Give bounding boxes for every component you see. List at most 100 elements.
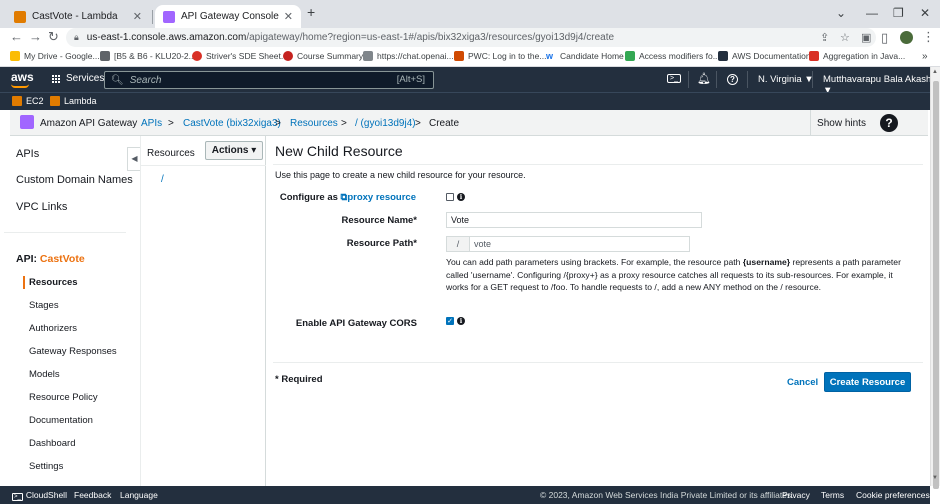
bell-icon[interactable]: 🔔︎ [697, 72, 711, 85]
share-icon[interactable]: ⇪ [820, 31, 829, 44]
terms-link[interactable]: Terms [821, 490, 844, 500]
window-close-button[interactable]: ✕ [920, 6, 930, 20]
aws-smile-icon [11, 84, 29, 88]
show-hints-button[interactable]: Show hints [810, 110, 872, 136]
language-selector[interactable]: Language [120, 490, 158, 500]
page-scrollbar[interactable]: ▲ ▼ [930, 67, 940, 489]
cookie-preferences-link[interactable]: Cookie preferences [856, 490, 930, 500]
tab-search-icon[interactable]: ⌄ [836, 6, 846, 20]
resource-path-label: Resource Path* [346, 238, 417, 249]
create-resource-button[interactable]: Create Resource [824, 372, 911, 392]
resource-tree-root[interactable]: / [161, 174, 164, 185]
proxy-resource-link[interactable]: ⧉proxy resource [341, 192, 416, 203]
bookmark-item[interactable]: Access modifiers fo... [625, 51, 720, 61]
favorite-lambda[interactable]: Lambda [50, 96, 97, 106]
close-icon[interactable]: ✕ [284, 10, 293, 23]
scroll-up-icon[interactable]: ▲ [932, 69, 938, 75]
scrollbar-thumb[interactable] [933, 81, 939, 489]
bookmark-item[interactable]: https://chat.openai.... [363, 51, 456, 61]
browser-toolbar: ← → ↻ 🔒︎ us-east-1.console.aws.amazon.co… [0, 28, 940, 48]
restore-button[interactable]: ❐ [893, 6, 904, 20]
bookmark-item[interactable]: AWS Documentation [718, 51, 811, 61]
profile-avatar[interactable] [900, 31, 913, 44]
forward-arrow-icon[interactable]: → [29, 29, 42, 44]
sidebar-item-resources[interactable]: Resources [29, 277, 78, 288]
scroll-down-icon[interactable]: ▼ [932, 475, 938, 481]
sidebar-item-resource-policy[interactable]: Resource Policy [29, 392, 98, 403]
sidebar-item-dashboard[interactable]: Dashboard [29, 438, 75, 449]
cancel-button[interactable]: Cancel [787, 377, 818, 388]
services-menu[interactable]: Services [52, 73, 104, 84]
sidebar-item-settings[interactable]: Settings [29, 461, 63, 472]
favorite-ec2[interactable]: EC2 [12, 96, 44, 106]
extension-icon[interactable]: ▣ [861, 31, 871, 44]
browser-tab-bar: CastVote - Lambda ✕ API Gateway Console … [0, 0, 940, 28]
info-icon[interactable]: i [457, 317, 465, 325]
resource-name-input[interactable]: Vote [446, 212, 702, 228]
actions-dropdown[interactable]: Actions ▾ [205, 141, 263, 160]
lock-icon: 🔒︎ [74, 32, 79, 42]
aws-logo[interactable]: aws [11, 70, 34, 88]
api-name[interactable]: CastVote [40, 253, 85, 265]
tab-castvote-lambda[interactable]: CastVote - Lambda ✕ [6, 5, 150, 28]
minimize-button[interactable]: — [866, 6, 878, 20]
service-name[interactable]: Amazon API Gateway [40, 118, 137, 129]
left-sidebar: APIs Custom Domain Names VPC Links API: … [0, 136, 140, 486]
pwc-icon [454, 51, 464, 61]
cloudshell-icon[interactable]: >_ [667, 74, 681, 83]
bookmark-item[interactable]: Course Summary [283, 51, 363, 61]
required-note: * Required [275, 374, 323, 385]
terminal-icon: >_ [12, 493, 23, 501]
sidebar-divider [4, 232, 126, 233]
breadcrumb-resources[interactable]: Resources [290, 118, 338, 129]
cors-checkbox[interactable]: ✓ [446, 317, 454, 325]
reload-icon[interactable]: ↻ [48, 29, 59, 45]
bookmark-item[interactable]: Striver's SDE Sheet... [192, 51, 288, 61]
help-icon[interactable]: ? [727, 74, 738, 85]
url-host: us-east-1.console.aws.amazon.com [86, 32, 247, 43]
bookmark-item[interactable]: [B5 & B6 - KLU20-2... [100, 51, 196, 61]
browser-menu-icon[interactable]: ⋮ [922, 29, 935, 45]
sidebar-toggle-icon[interactable]: ▯ [881, 30, 888, 46]
sidebar-item-documentation[interactable]: Documentation [29, 415, 93, 426]
proxy-checkbox[interactable] [446, 193, 454, 201]
bookmark-item[interactable]: My Drive - Google... [10, 51, 100, 61]
info-icon[interactable]: i [457, 193, 465, 201]
sidebar-item-custom-domain-names[interactable]: Custom Domain Names [16, 174, 133, 186]
sidebar-item-vpc-links[interactable]: VPC Links [16, 201, 67, 213]
bookmarks-overflow[interactable]: » [922, 51, 928, 62]
breadcrumb-apis[interactable]: APIs [141, 118, 162, 129]
search-shortcut: [Alt+S] [396, 74, 425, 85]
back-arrow-icon[interactable]: ← [10, 29, 23, 44]
url-path: /apigateway/home?region=us-east-1#/apis/… [246, 32, 615, 43]
region-selector[interactable]: N. Virginia ▼ [758, 74, 814, 85]
help-button[interactable]: ? [880, 114, 898, 132]
geeks-icon [625, 51, 635, 61]
bookmark-item[interactable]: w Candidate Home [546, 51, 624, 61]
sidebar-item-gateway-responses[interactable]: Gateway Responses [29, 346, 117, 357]
tab-api-gateway-console[interactable]: API Gateway Console ✕ [155, 5, 301, 28]
collapse-sidebar-button[interactable]: ◀ [127, 147, 141, 171]
feedback-link[interactable]: Feedback [74, 490, 111, 500]
resource-path-help: You can add path parameters using bracke… [446, 257, 901, 292]
resources-panel-title: Resources [147, 148, 195, 159]
breadcrumb-root-resource[interactable]: / (gyoi13d9j4) [355, 118, 416, 129]
bookmark-item[interactable]: Aggregation in Java... [809, 51, 905, 61]
cloudshell-link[interactable]: >_ CloudShell [12, 490, 67, 501]
privacy-link[interactable]: Privacy [782, 490, 810, 500]
close-icon[interactable]: ✕ [133, 10, 142, 23]
breadcrumb-api[interactable]: CastVote (bix32xiga3) [183, 118, 281, 129]
resource-path-input[interactable]: vote [469, 236, 690, 252]
bookmark-item[interactable]: PWC: Log in to the... [454, 51, 546, 61]
sidebar-item-apis[interactable]: APIs [16, 148, 39, 160]
form-divider [273, 362, 923, 363]
sidebar-item-models[interactable]: Models [29, 369, 60, 380]
sidebar-item-stages[interactable]: Stages [29, 300, 59, 311]
sidebar-item-authorizers[interactable]: Authorizers [29, 323, 77, 334]
aws-search-input[interactable]: 🔍︎ Search [Alt+S] [104, 71, 434, 89]
aws-docs-icon [718, 51, 728, 61]
bookmark-star-icon[interactable]: ☆ [840, 31, 850, 44]
address-bar[interactable]: 🔒︎ us-east-1.console.aws.amazon.com/apig… [66, 28, 876, 47]
new-tab-button[interactable]: + [307, 4, 315, 20]
panel-divider [141, 165, 266, 166]
